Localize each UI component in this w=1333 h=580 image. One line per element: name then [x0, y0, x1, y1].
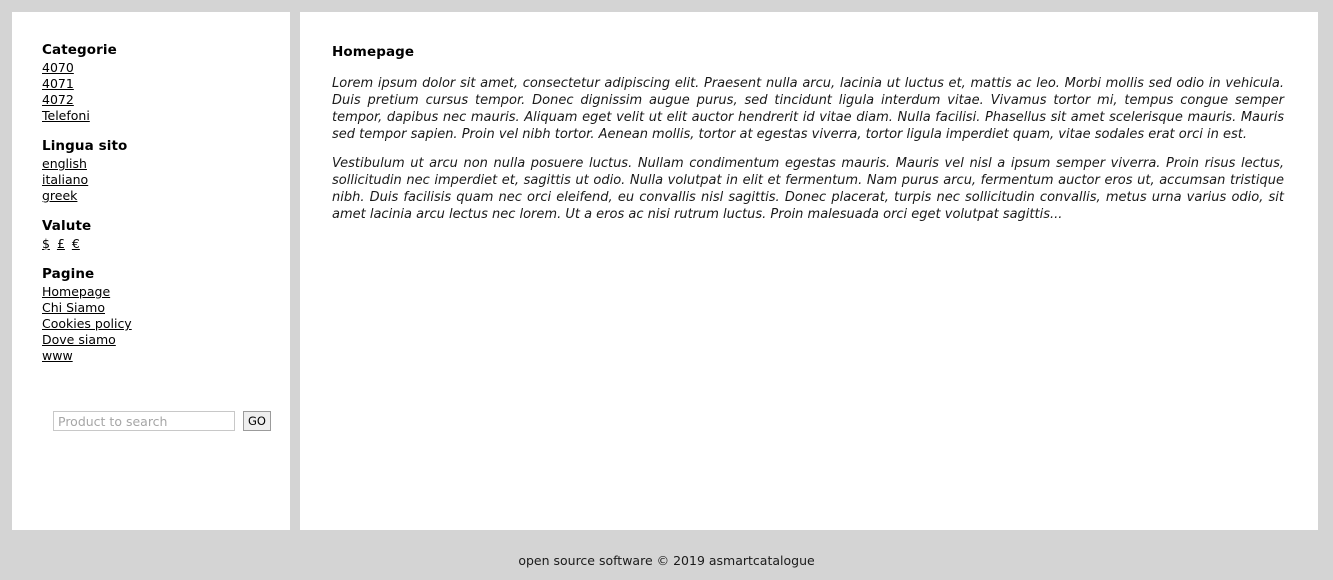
sidebar-link-4070[interactable]: 4070: [42, 60, 74, 76]
content-paragraph-1: Lorem ipsum dolor sit amet, consectetur …: [332, 76, 1284, 142]
sidebar-link-italiano[interactable]: italiano: [42, 172, 88, 188]
sidebar-link-english[interactable]: english: [42, 156, 87, 172]
product-search-form: GO: [53, 411, 271, 431]
sidebar-section-lingua-sito: Lingua sito english italiano greek: [42, 138, 270, 204]
main-content: Homepage Lorem ipsum dolor sit amet, con…: [300, 12, 1318, 530]
sidebar-link-currency-gbp[interactable]: £: [57, 236, 65, 252]
sidebar-link-homepage[interactable]: Homepage: [42, 284, 110, 300]
footer-text: open source software © 2019 asmartcatalo…: [518, 553, 815, 568]
sidebar-link-4072[interactable]: 4072: [42, 92, 74, 108]
search-go-button[interactable]: GO: [243, 411, 271, 431]
sidebar-link-cookies-policy[interactable]: Cookies policy: [42, 316, 132, 332]
sidebar: Categorie 4070 4071 4072 Telefoni Lingua…: [12, 12, 290, 530]
search-input[interactable]: [53, 411, 235, 431]
page-title: Homepage: [332, 44, 415, 60]
sidebar-link-currency-usd[interactable]: $: [42, 236, 50, 252]
sidebar-section-categorie: Categorie 4070 4071 4072 Telefoni: [42, 42, 270, 124]
sidebar-link-chi-siamo[interactable]: Chi Siamo: [42, 300, 105, 316]
sidebar-section-pagine: Pagine Homepage Chi Siamo Cookies policy…: [42, 266, 270, 364]
sidebar-link-www[interactable]: www: [42, 348, 73, 364]
sidebar-section-title-valute: Valute: [42, 218, 92, 234]
sidebar-section-title-pagine: Pagine: [42, 266, 95, 282]
sidebar-section-valute: Valute $ £ €: [42, 218, 270, 252]
panels-wrapper: Categorie 4070 4071 4072 Telefoni Lingua…: [12, 12, 1318, 530]
sidebar-link-currency-eur[interactable]: €: [72, 236, 80, 252]
sidebar-section-title-categorie: Categorie: [42, 42, 117, 58]
sidebar-link-4071[interactable]: 4071: [42, 76, 74, 92]
sidebar-section-title-lingua-sito: Lingua sito: [42, 138, 128, 154]
currency-links-row: $ £ €: [42, 236, 270, 252]
page-root: Categorie 4070 4071 4072 Telefoni Lingua…: [0, 0, 1333, 580]
sidebar-link-telefoni[interactable]: Telefoni: [42, 108, 90, 124]
sidebar-link-dove-siamo[interactable]: Dove siamo: [42, 332, 116, 348]
footer: open source software © 2019 asmartcatalo…: [0, 552, 1333, 569]
content-paragraph-2: Vestibulum ut arcu non nulla posuere luc…: [332, 156, 1284, 222]
sidebar-link-greek[interactable]: greek: [42, 188, 77, 204]
